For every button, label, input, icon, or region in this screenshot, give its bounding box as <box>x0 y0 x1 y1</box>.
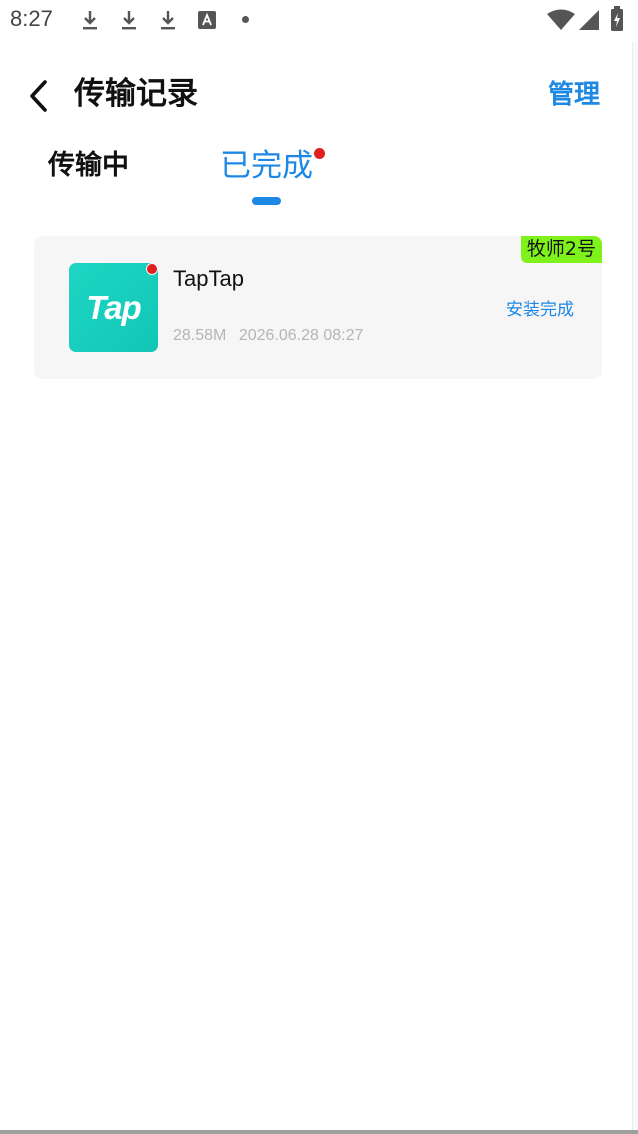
signal-icon <box>579 10 599 30</box>
download-icon <box>122 11 136 30</box>
chevron-left-icon <box>30 80 47 112</box>
battery-icon <box>611 6 623 31</box>
tab-transferring[interactable]: 传输中 <box>48 146 129 186</box>
tab-completed[interactable]: 已完成 <box>220 144 313 188</box>
device-tag: 牧师2号 <box>520 236 602 263</box>
download-icon <box>83 11 97 30</box>
status-bar: 8:27 <box>0 0 638 42</box>
app-meta: 28.58M 2026.06.28 08:27 <box>173 327 363 345</box>
status-time: 8:27 <box>10 6 53 31</box>
install-status[interactable]: 安装完成 <box>506 295 574 320</box>
taptap-app-icon: Tap <box>69 263 158 352</box>
tab-badge-dot <box>314 148 325 159</box>
app-datetime: 2026.06.28 08:27 <box>238 327 364 344</box>
app-icon-text: Tap <box>86 288 141 326</box>
tab-active-indicator <box>252 197 281 205</box>
app-size: 28.58M <box>173 327 227 344</box>
screen-bottom-edge <box>0 1130 638 1134</box>
back-button[interactable] <box>20 74 56 118</box>
download-icon <box>161 11 175 30</box>
dot-icon <box>242 16 249 23</box>
app-badge-dot <box>146 263 158 275</box>
transfer-record-card[interactable]: 牧师2号 Tap TapTap 28.58M 2026.06.28 08:27 … <box>34 236 602 379</box>
page-title: 传输记录 <box>74 76 198 112</box>
app-name: TapTap <box>173 266 244 291</box>
wifi-icon <box>547 9 575 30</box>
a-notification-icon <box>198 11 216 29</box>
manage-button[interactable]: 管理 <box>548 76 600 114</box>
screen-edge <box>632 42 638 1134</box>
